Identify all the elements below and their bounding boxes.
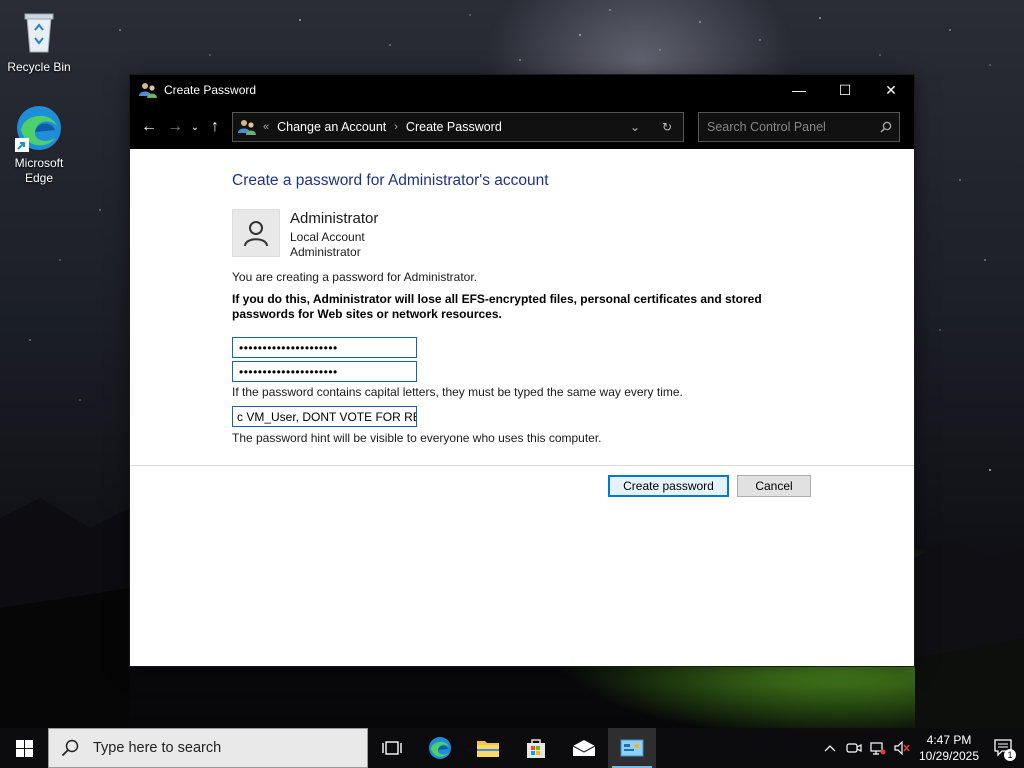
folder-icon — [477, 741, 499, 757]
user-account-type: Local Account — [290, 230, 365, 244]
user-accounts-icon — [237, 117, 257, 137]
taskbar-file-explorer-button[interactable] — [464, 728, 512, 768]
refresh-button[interactable]: ↻ — [651, 113, 683, 141]
desktop-icon-microsoft-edge[interactable]: Microsoft Edge — [1, 104, 77, 186]
divider — [130, 465, 914, 466]
breadcrumb-create-password[interactable]: Create Password — [406, 120, 502, 134]
breadcrumb-change-an-account[interactable]: Change an Account — [277, 120, 386, 134]
breadcrumb-overflow[interactable]: « — [263, 121, 269, 133]
address-bar[interactable]: « Change an Account › Create Password ⌄ … — [232, 112, 684, 142]
hint-note-text: The password hint will be visible to eve… — [232, 431, 602, 445]
system-tray: 4:47 PM 10/29/2025 1 — [818, 728, 1024, 768]
meet-now-icon[interactable] — [842, 728, 866, 768]
create-password-window: Create Password — ☐ ✕ ← → ⌄ ↑ « Change a… — [129, 74, 915, 667]
taskbar-mail-button[interactable] — [560, 728, 608, 768]
taskbar: Type here to search 4:47 PM 10/29/2025 1 — [0, 728, 1024, 768]
caps-note-text: If the password contains capital letters… — [232, 385, 683, 399]
clock-date: 10/29/2025 — [918, 749, 980, 763]
volume-muted-icon[interactable] — [890, 728, 914, 768]
breadcrumb-separator[interactable]: › — [394, 121, 398, 133]
control-panel-icon — [620, 739, 644, 757]
user-avatar — [232, 209, 280, 257]
back-button[interactable]: ← — [136, 113, 162, 141]
store-icon — [527, 739, 545, 758]
start-button[interactable] — [0, 728, 48, 768]
taskbar-search-box[interactable]: Type here to search — [48, 728, 368, 768]
confirm-password-field[interactable]: ••••••••••••••••••••• — [232, 361, 417, 382]
address-dropdown-button[interactable]: ⌄ — [619, 113, 651, 141]
user-icon — [244, 221, 268, 247]
maximize-button[interactable]: ☐ — [822, 75, 868, 105]
minimize-button[interactable]: — — [776, 75, 822, 105]
up-button[interactable]: ↑ — [202, 113, 228, 141]
clock[interactable]: 4:47 PM 10/29/2025 — [914, 732, 984, 764]
search-icon[interactable] — [873, 121, 899, 133]
forward-button[interactable]: → — [162, 113, 188, 141]
windows-logo-icon — [15, 739, 33, 757]
cancel-button[interactable]: Cancel — [737, 475, 811, 497]
recycle-bin-icon — [15, 8, 63, 56]
password-hint-field[interactable]: c VM_User, DONT VOTE FOR RESE — [232, 406, 417, 427]
chevron-up-icon — [824, 745, 836, 752]
edge-icon — [429, 737, 451, 759]
page-heading: Create a password for Administrator's ac… — [232, 172, 549, 189]
action-center-button[interactable]: 1 — [984, 728, 1024, 768]
taskbar-search-placeholder: Type here to search — [93, 740, 222, 756]
content-area: Create a password for Administrator's ac… — [130, 149, 914, 666]
navigation-bar: ← → ⌄ ↑ « Change an Account › Create Pas… — [130, 105, 914, 149]
desktop-icon-label: Recycle Bin — [7, 60, 71, 74]
show-hidden-icons-button[interactable] — [818, 728, 842, 768]
edge-icon — [15, 104, 63, 152]
task-view-button[interactable] — [368, 728, 416, 768]
taskbar-edge-button[interactable] — [416, 728, 464, 768]
desktop-icon-recycle-bin[interactable]: Recycle Bin — [1, 8, 77, 75]
taskbar-control-panel-button[interactable] — [608, 728, 656, 768]
title-bar[interactable]: Create Password — ☐ ✕ — [130, 75, 914, 105]
new-password-field[interactable]: ••••••••••••••••••••• — [232, 337, 417, 358]
window-title: Create Password — [164, 83, 257, 97]
close-button[interactable]: ✕ — [868, 75, 914, 105]
efs-warning-text: If you do this, Administrator will lose … — [232, 292, 762, 321]
desktop-icon-label: Microsoft Edge — [14, 156, 64, 185]
search-box[interactable] — [698, 112, 900, 142]
taskbar-store-button[interactable] — [512, 728, 560, 768]
create-password-button[interactable]: Create password — [608, 475, 729, 497]
notification-count-badge: 1 — [1004, 749, 1016, 761]
user-accounts-icon — [138, 80, 158, 100]
mail-icon — [572, 740, 596, 756]
clock-time: 4:47 PM — [926, 733, 972, 747]
network-icon[interactable] — [866, 728, 890, 768]
intro-text: You are creating a password for Administ… — [232, 270, 478, 284]
user-role: Administrator — [290, 245, 361, 259]
search-input[interactable] — [707, 120, 873, 134]
recent-locations-button[interactable]: ⌄ — [188, 113, 202, 141]
user-name: Administrator — [290, 210, 379, 227]
search-icon — [61, 739, 85, 757]
task-view-icon — [382, 741, 402, 755]
